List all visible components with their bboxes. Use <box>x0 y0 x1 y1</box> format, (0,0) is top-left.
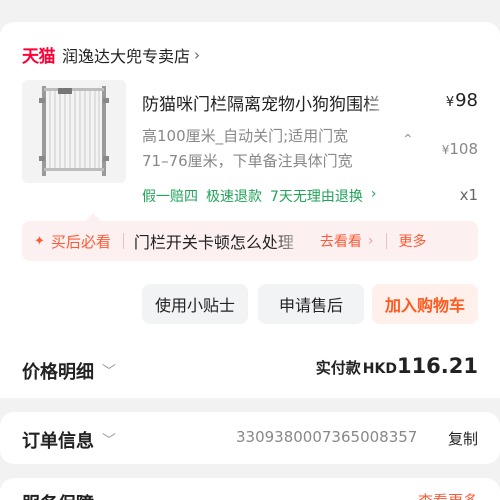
after-sale-button[interactable]: 申请售后 <box>258 284 364 324</box>
chevron-right-icon: › <box>367 233 374 249</box>
guarantee-tag: 极速退款 <box>206 189 262 205</box>
chevron-down-icon: ﹀ <box>102 433 116 449</box>
tmall-logo: 天猫 <box>22 47 56 67</box>
service-guarantee-label: 服务保障 <box>22 490 94 500</box>
order-info-label: 订单信息 <box>22 431 94 452</box>
price-detail-label: 价格明细 <box>22 362 94 383</box>
sparkle-icon: ✦ <box>34 233 45 249</box>
divider <box>122 233 124 249</box>
chevron-right-icon: › <box>194 45 201 64</box>
product-price: ¥98 <box>445 90 478 111</box>
order-info-toggle[interactable]: 订单信息 ﹀ <box>22 427 116 453</box>
tip-view-link[interactable]: 去看看 › <box>320 231 374 251</box>
product-spec[interactable]: 高100厘米_自动关门;适用门宽 71–76厘米，下单备注具体门宽 <box>142 124 392 174</box>
product-spec-line1: 高100厘米_自动关门;适用门宽 <box>142 127 349 145</box>
guarantee-tag: 假一赔四 <box>142 189 198 205</box>
paid-label: 实付款 <box>315 359 361 377</box>
usage-tips-button[interactable]: 使用小贴士 <box>142 284 248 324</box>
store-header[interactable]: 天猫 润逸达大兜专卖店 › <box>22 42 201 68</box>
chevron-right-icon: › <box>370 186 377 202</box>
paid-value: 116.21 <box>396 354 478 378</box>
service-more-link[interactable]: 查看更多 <box>418 490 478 500</box>
after-purchase-tip-bar[interactable]: ✦ 买后必看 门栏开关卡顿怎么处理 去看看 › 更多 <box>22 213 478 261</box>
original-price: ¥108 <box>441 140 478 158</box>
product-title[interactable]: 防猫咪门栏隔离宠物小狗狗围栏 <box>142 90 394 115</box>
price-detail-toggle[interactable]: 价格明细 ﹀ <box>22 358 116 384</box>
product-spec-line2: 71–76厘米，下单备注具体门宽 <box>142 152 353 170</box>
copy-button[interactable]: 复制 <box>448 428 478 449</box>
product-image[interactable] <box>22 80 126 183</box>
order-number: 3309380007365008357 <box>236 428 418 446</box>
tip-more-link[interactable]: 更多 <box>399 231 427 251</box>
chevron-up-icon[interactable]: ⌃ <box>402 132 414 148</box>
pet-gate-image <box>22 80 126 183</box>
guarantee-tags[interactable]: 假一赔四 极速退款 7天无理由退换 › <box>142 186 377 206</box>
tip-pointer <box>84 213 102 222</box>
add-to-cart-button[interactable]: 加入购物车 <box>372 284 478 324</box>
paid-currency: HKD <box>362 361 397 377</box>
paid-amount: 实付款 HKD 116.21 <box>316 354 478 378</box>
store-name[interactable]: 润逸达大兜专卖店 <box>62 43 190 67</box>
quantity: x1 <box>459 186 478 204</box>
tip-title: 买后必看 <box>50 232 111 251</box>
chevron-down-icon: ﹀ <box>102 364 116 380</box>
guarantee-tag: 7天无理由退换 <box>270 189 363 205</box>
divider <box>385 233 387 249</box>
tip-text[interactable]: 门栏开关卡顿怎么处理 <box>134 229 306 253</box>
